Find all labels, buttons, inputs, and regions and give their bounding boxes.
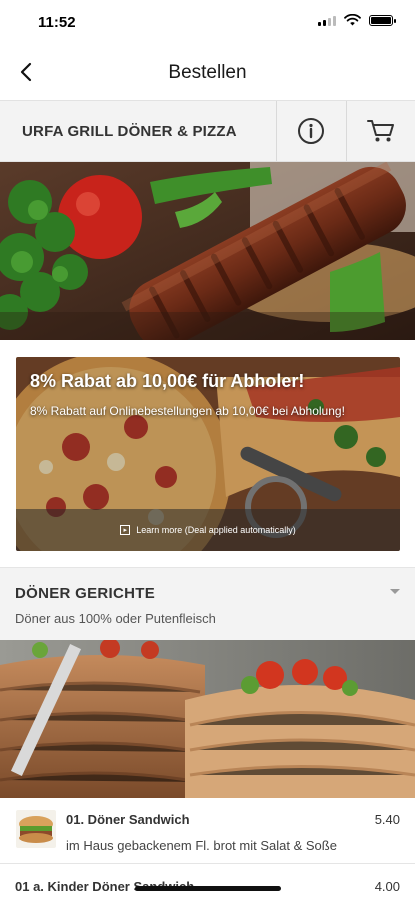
info-button[interactable]: [276, 101, 345, 161]
promo-description: 8% Rabatt auf Onlinebestellungen ab 10,0…: [30, 404, 345, 418]
menu-item[interactable]: 01. Döner Sandwich im Haus gebackenem Fl…: [0, 798, 415, 864]
promo-banner[interactable]: 8% Rabat ab 10,00€ für Abholer! 8% Rabat…: [16, 357, 400, 551]
restaurant-header: URFA GRILL DÖNER & PIZZA: [0, 100, 415, 162]
learn-more-link[interactable]: ▸ Learn more (Deal applied automatically…: [16, 509, 400, 551]
learn-more-label: Learn more (Deal applied automatically): [136, 525, 296, 535]
item-description: im Haus gebackenem Fl. brot mit Salat & …: [66, 838, 337, 853]
item-name: 01. Döner Sandwich: [66, 812, 190, 827]
category-subtitle: Döner aus 100% oder Putenfleisch: [15, 611, 216, 626]
status-icons: [318, 14, 396, 26]
cart-button[interactable]: [346, 101, 415, 161]
status-time: 11:52: [38, 14, 76, 31]
category-header[interactable]: DÖNER GERICHTE Döner aus 100% oder Puten…: [0, 567, 415, 640]
wifi-icon: [344, 14, 361, 26]
restaurant-hero-image: [0, 162, 415, 340]
battery-icon: [369, 14, 396, 26]
item-thumbnail: [16, 810, 56, 848]
restaurant-name: URFA GRILL DÖNER & PIZZA: [22, 123, 237, 140]
cart-icon: [367, 120, 394, 142]
external-link-icon: ▸: [120, 525, 131, 535]
page-title: Bestellen: [168, 62, 247, 83]
status-bar: 11:52: [0, 0, 415, 44]
promo-title: 8% Rabat ab 10,00€ für Abholer!: [30, 371, 305, 391]
chevron-down-icon: [390, 589, 400, 594]
item-price: 5.40: [374, 812, 400, 827]
category-title: DÖNER GERICHTE: [15, 585, 156, 602]
menu-item[interactable]: 01 a. Kinder Döner Sandwich 4.00: [0, 865, 415, 900]
cellular-signal-icon: [318, 15, 336, 26]
home-indicator[interactable]: [135, 886, 281, 891]
navigation-bar: Bestellen: [0, 44, 415, 100]
category-image: [0, 640, 415, 798]
info-icon: [298, 118, 324, 144]
item-price: 4.00: [374, 879, 400, 894]
